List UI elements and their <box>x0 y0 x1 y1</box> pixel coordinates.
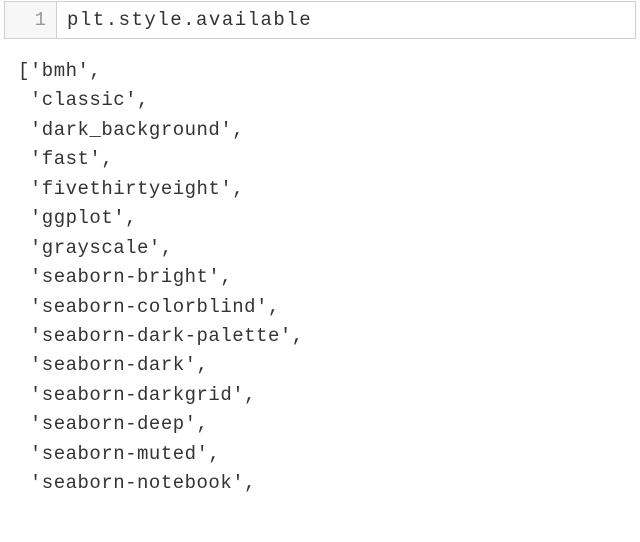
line-number: 1 <box>35 9 46 31</box>
output-line: 'ggplot', <box>18 204 640 233</box>
output-line: 'seaborn-colorblind', <box>18 293 640 322</box>
code-text: plt.style.available <box>67 9 312 31</box>
output-line: 'seaborn-bright', <box>18 263 640 292</box>
output-line: 'classic', <box>18 86 640 115</box>
output-line: 'dark_background', <box>18 116 640 145</box>
output-line: 'seaborn-notebook', <box>18 469 640 498</box>
output-line: 'seaborn-muted', <box>18 440 640 469</box>
output-line: 'seaborn-darkgrid', <box>18 381 640 410</box>
code-input[interactable]: plt.style.available <box>57 2 635 38</box>
output-line: 'grayscale', <box>18 234 640 263</box>
code-cell: 1 plt.style.available <box>4 1 636 39</box>
output-line: 'seaborn-dark', <box>18 351 640 380</box>
output-line: 'fast', <box>18 145 640 174</box>
output-area: ['bmh', 'classic', 'dark_background', 'f… <box>0 39 640 499</box>
output-line: 'seaborn-dark-palette', <box>18 322 640 351</box>
output-line: ['bmh', <box>18 57 640 86</box>
output-line: 'fivethirtyeight', <box>18 175 640 204</box>
output-line: 'seaborn-deep', <box>18 410 640 439</box>
line-number-gutter: 1 <box>5 2 57 38</box>
